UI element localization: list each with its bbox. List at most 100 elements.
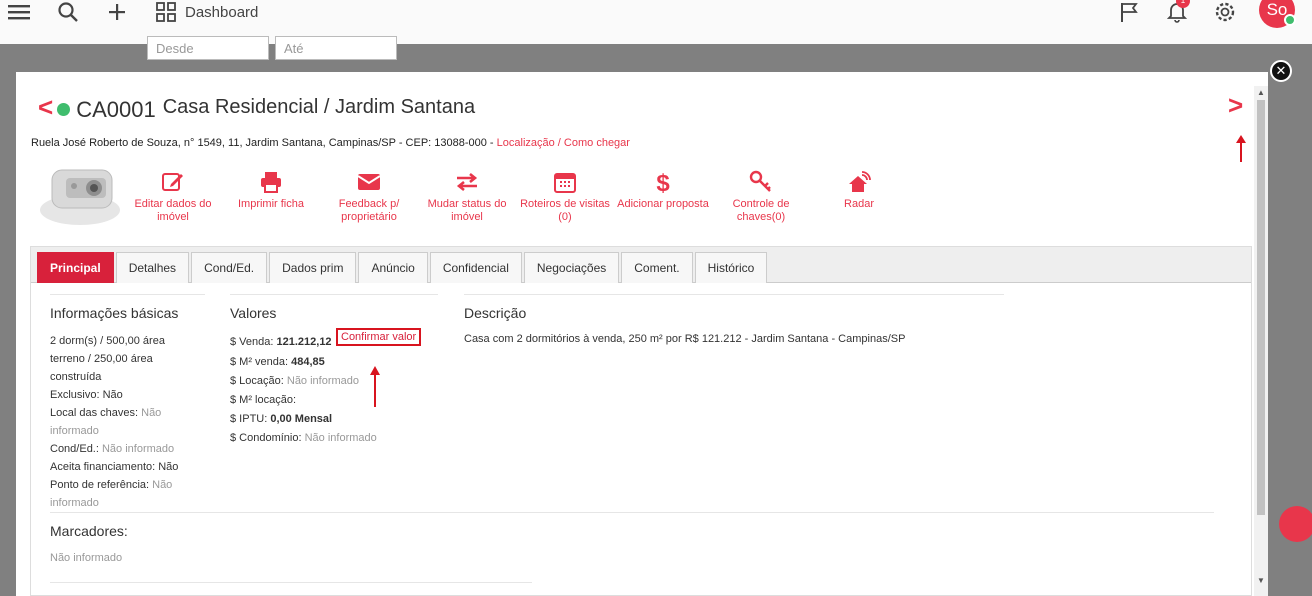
financing-row: Aceita financiamento: Não (50, 458, 178, 476)
directions-link[interactable]: Como chegar (564, 137, 630, 149)
iptu-label: $ IPTU: (230, 413, 271, 425)
previous-property-chevron-icon[interactable]: < (38, 92, 53, 123)
exchange-icon (456, 172, 478, 192)
dashboard-link[interactable]: Dashboard (156, 0, 258, 24)
tabs-panel: Principal Detalhes Cond/Ed. Dados prim A… (30, 246, 1252, 596)
visit-routes-button[interactable]: Roteiros de visitas (0) (516, 170, 614, 224)
gear-icon[interactable] (1214, 0, 1236, 24)
rent-label: $ Locação: (230, 375, 287, 387)
add-icon[interactable] (108, 0, 126, 24)
markers-title: Marcadores: (50, 523, 128, 539)
financing-value: Não (158, 461, 179, 473)
scroll-up-arrow-icon[interactable]: ▲ (1257, 88, 1265, 97)
divider (50, 582, 532, 583)
tab-comentarios[interactable]: Coment. (621, 252, 693, 283)
reference-label: Ponto de referência: (50, 479, 153, 491)
sale-value: 121.212,12 (276, 336, 332, 348)
dashboard-label: Dashboard (185, 3, 259, 21)
key-control-label: Controle de chaves(0) (732, 198, 790, 223)
printer-icon (261, 172, 281, 193)
reference-value-cont: informado (50, 497, 99, 509)
key-control-button[interactable]: Controle de chaves(0) (712, 170, 810, 224)
radar-button[interactable]: Radar (810, 170, 908, 224)
tab-principal[interactable]: Principal (37, 252, 114, 283)
divider (230, 294, 438, 295)
tab-detalhes[interactable]: Detalhes (115, 252, 190, 283)
online-status-dot (1284, 14, 1296, 26)
envelope-icon (357, 174, 381, 190)
add-proposal-button[interactable]: $ Adicionar proposta (614, 170, 712, 224)
m2-sale-value: 484,85 (291, 356, 325, 368)
scroll-down-arrow-icon[interactable]: ▼ (1257, 576, 1265, 585)
next-property-chevron-icon[interactable]: > (1228, 90, 1243, 121)
tab-historico[interactable]: Histórico (694, 252, 768, 283)
modal-header: < CA0001 Casa Residencial / Jardim Santa… (38, 92, 475, 123)
exclusive-label: Exclusivo: (50, 389, 103, 401)
basic-summary-line-2: terreno / 250,00 área (50, 353, 153, 365)
add-proposal-label: Adicionar proposta (617, 198, 709, 210)
basic-summary-line-1: 2 dorm(s) / 500,00 área (50, 335, 165, 347)
condo-label: $ Condomínio: (230, 432, 305, 444)
filter-to-input[interactable]: Até (275, 36, 397, 60)
scroll-thumb[interactable] (1257, 100, 1265, 515)
tab-negociacoes[interactable]: Negociações (523, 252, 620, 283)
edit-property-button[interactable]: Editar dados do imóvel (124, 170, 222, 224)
status-dot (57, 103, 71, 116)
radar-house-icon (849, 171, 871, 192)
description-title: Descrição (464, 305, 527, 321)
iptu-row: $ IPTU: 0,00 Mensal (230, 410, 332, 428)
description-text: Casa com 2 dormitórios à venda, 250 m² p… (464, 333, 906, 345)
exclusive-row: Exclusivo: Não (50, 386, 123, 404)
property-actions: Editar dados do imóvel Imprimir ficha Fe… (124, 170, 908, 224)
keys-location-value: Não (141, 407, 162, 419)
edit-icon (162, 173, 183, 191)
m2-sale-row: $ M² venda: 484,85 (230, 353, 325, 371)
rent-value: Não informado (286, 375, 360, 387)
tab-cond-ed[interactable]: Cond/Ed. (191, 252, 268, 283)
location-link[interactable]: Localização (497, 137, 555, 149)
reference-value: Não (152, 479, 173, 491)
search-icon[interactable] (58, 0, 78, 24)
sale-label: $ Venda: (230, 336, 277, 348)
link-separator: / (554, 137, 564, 149)
tab-bar: Principal Detalhes Cond/Ed. Dados prim A… (31, 247, 1251, 283)
edit-property-label: Editar dados do imóvel (134, 198, 212, 223)
notification-badge: 1 (1176, 0, 1190, 8)
exclusive-value: Não (102, 389, 123, 401)
flag-icon[interactable] (1120, 0, 1138, 24)
chat-fab-button[interactable] (1279, 506, 1312, 542)
feedback-owner-button[interactable]: Feedback p/ proprietário (320, 170, 418, 224)
divider (50, 294, 205, 295)
basic-info-title: Informações básicas (50, 305, 179, 321)
divider (50, 512, 1214, 513)
financing-label: Aceita financiamento: (50, 461, 159, 473)
keys-location-value-cont: informado (50, 425, 99, 437)
property-modal: < CA0001 Casa Residencial / Jardim Santa… (16, 72, 1268, 596)
feedback-owner-label: Feedback p/ proprietário (338, 198, 400, 223)
property-photo[interactable] (34, 158, 124, 230)
keys-location-row: Local das chaves: Não (50, 404, 161, 422)
print-sheet-button[interactable]: Imprimir ficha (222, 170, 320, 224)
close-modal-button[interactable]: ✕ (1270, 60, 1292, 82)
address-text: Ruela José Roberto de Souza, n° 1549, 11… (31, 137, 497, 149)
divider (464, 294, 1004, 295)
condo-row: $ Condomínio: Não informado (230, 429, 377, 447)
tab-confidencial[interactable]: Confidencial (429, 252, 522, 283)
change-status-button[interactable]: Mudar status do imóvel (418, 170, 516, 224)
filter-from-input[interactable]: Desde (147, 36, 269, 60)
cond-label: Cond/Ed.: (50, 443, 102, 455)
dollar-icon: $ (656, 170, 670, 194)
cond-value: Não informado (101, 443, 175, 455)
annotation-arrow-icon (370, 366, 380, 407)
iptu-value: 0,00 Mensal (270, 413, 333, 425)
confirm-value-link[interactable]: Confirmar valor (336, 328, 422, 346)
tab-dados-prim[interactable]: Dados prim (269, 252, 357, 283)
property-address: Ruela José Roberto de Souza, n° 1549, 11… (31, 137, 630, 149)
modal-scrollbar[interactable]: ▲ ▼ (1254, 86, 1268, 596)
reference-row: Ponto de referência: Não (50, 476, 172, 494)
tab-anuncio[interactable]: Anúncio (358, 252, 428, 283)
menu-icon[interactable] (8, 0, 30, 24)
grid-icon (156, 2, 176, 22)
radar-label: Radar (844, 198, 874, 210)
condo-value: Não informado (304, 432, 377, 444)
